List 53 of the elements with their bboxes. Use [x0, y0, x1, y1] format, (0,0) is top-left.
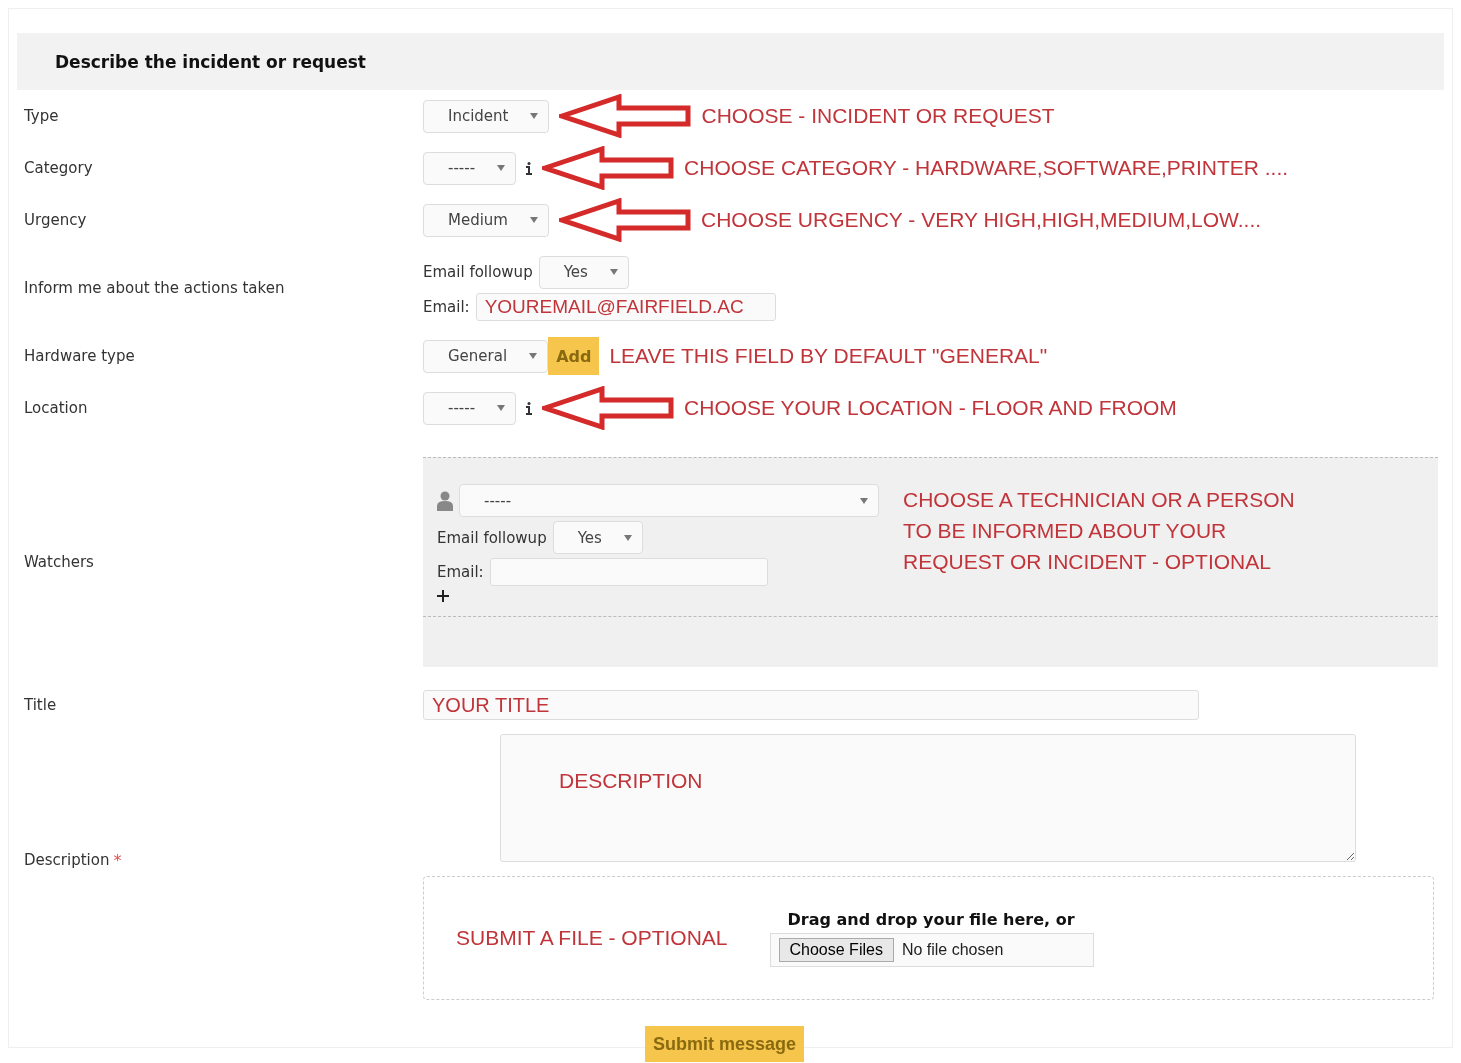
file-input[interactable]: Choose Files No file chosen: [769, 932, 1095, 967]
drop-instruction: Drag and drop your file here, or: [786, 909, 1076, 929]
title-field[interactable]: YOUR TITLE: [423, 690, 1199, 720]
field-label: Category: [24, 159, 93, 177]
field-label: Type: [24, 107, 59, 125]
choose-files-button[interactable]: Choose Files: [778, 937, 894, 962]
caret-icon: [609, 269, 618, 275]
caret-icon: [530, 113, 539, 119]
add-icon[interactable]: [437, 590, 449, 602]
field-label: Email followup: [423, 263, 533, 281]
annotation-note: CHOOSE A TECHNICIAN OR A PERSON TO BE INFORMED ABOUT YOUR REQUEST OR INCIDENT - OPTIONAL: [903, 487, 1295, 575]
left-arrow-icon: [559, 198, 691, 242]
dropdown[interactable]: Medium: [423, 203, 549, 237]
field-label: Title: [24, 696, 57, 714]
annotation-note: CHOOSE URGENCY - VERY HIGH,HIGH,MEDIUM,LOW....: [701, 208, 1262, 232]
file-drop-zone[interactable]: SUBMIT A FILE - OPTIONAL Drag and drop your file here, or Choose Files No file chosen: [423, 876, 1434, 1000]
field-label: Email:: [423, 297, 470, 316]
email-field[interactable]: [489, 558, 768, 586]
field-label: Inform me about the actions taken: [24, 279, 285, 297]
file-status: No file chosen: [901, 940, 1004, 959]
annotation-note: CHOOSE CATEGORY - HARDWARE,SOFTWARE,PRINTER ....: [684, 156, 1289, 180]
field-label: Description: [24, 851, 110, 869]
field-label: Location: [24, 399, 88, 417]
followup-dropdown[interactable]: Yes: [538, 255, 629, 289]
field-label: Urgency: [24, 211, 87, 229]
caret-icon: [530, 217, 538, 223]
person-icon: [437, 490, 453, 511]
annotation-note: LEAVE THIS FIELD BY DEFAULT "GENERAL": [609, 344, 1048, 368]
caret-icon: [529, 353, 538, 359]
caret-icon: [497, 165, 506, 171]
left-arrow-icon: [542, 386, 675, 430]
dropdown[interactable]: General: [423, 339, 549, 373]
annotation-note: SUBMIT A FILE - OPTIONAL: [456, 926, 728, 950]
caret-icon: [497, 405, 506, 411]
field-label: Watchers: [24, 553, 94, 571]
person-dropdown[interactable]: -----: [459, 484, 879, 517]
caret-icon: [623, 534, 632, 541]
annotation-note: CHOOSE - INCIDENT OR REQUEST: [701, 104, 1055, 128]
dropdown[interactable]: Incident: [423, 99, 550, 133]
email-field[interactable]: YOUREMAIL@FAIRFIELD.AC: [475, 292, 776, 321]
annotation-note: CHOOSE YOUR LOCATION - FLOOR AND FROOM: [684, 396, 1177, 420]
dropdown[interactable]: -----: [423, 391, 517, 425]
field-label: Hardware type: [24, 347, 135, 365]
description-field[interactable]: DESCRIPTION: [500, 734, 1356, 862]
caret-icon: [860, 497, 868, 504]
dropdown[interactable]: -----: [423, 151, 517, 185]
section-title: Describe the incident or request: [55, 51, 366, 72]
left-arrow-icon: [542, 146, 675, 190]
left-arrow-icon: [559, 94, 692, 138]
field-label: Email followup: [437, 528, 547, 547]
followup-dropdown[interactable]: Yes: [552, 521, 643, 554]
required-mark: *: [113, 850, 122, 870]
field-label: Email:: [437, 563, 484, 581]
